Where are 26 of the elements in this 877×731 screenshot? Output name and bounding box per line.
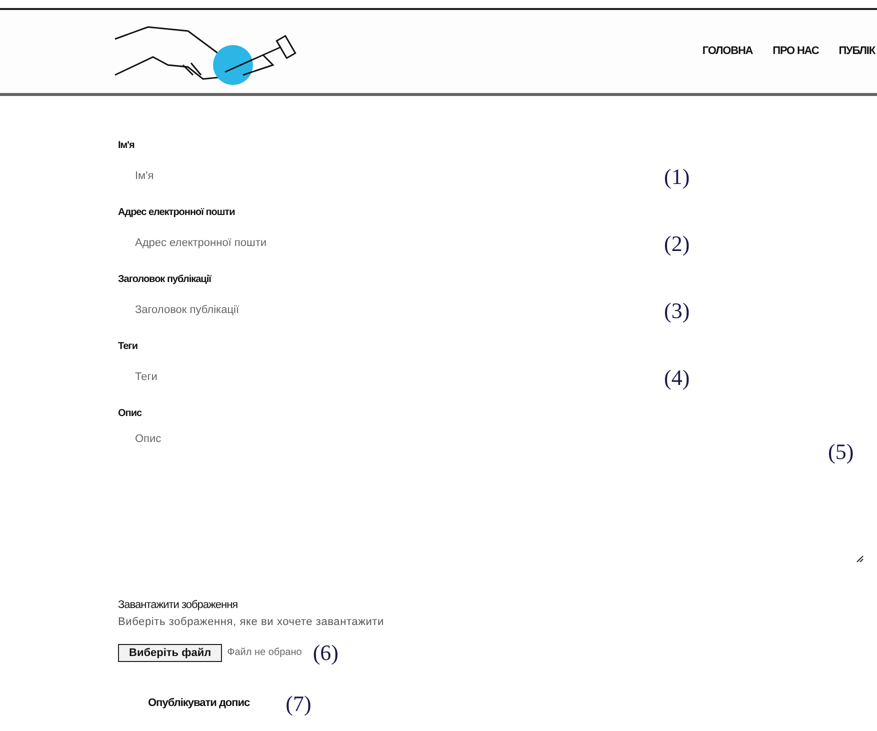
annotation-number: (7) xyxy=(286,690,312,718)
file-status: Файл не обрано xyxy=(227,646,302,660)
resize-handle-icon[interactable] xyxy=(856,555,864,563)
field-label: Заголовок публікації xyxy=(118,273,213,287)
field-label: Теги xyxy=(118,340,138,354)
nav-link[interactable]: ГОЛОВНА xyxy=(702,43,753,60)
field-label: Опис xyxy=(118,407,143,421)
field-label: Адрес електронної пошти xyxy=(118,206,236,220)
annotation-number: (5) xyxy=(828,438,854,466)
nav-link[interactable]: ПРО НАС xyxy=(772,43,819,60)
text-input[interactable]: Заголовок публікації xyxy=(118,291,658,329)
annotation-number: (4) xyxy=(664,364,690,392)
annotation-number: (6) xyxy=(312,639,338,667)
text-input[interactable]: Теги xyxy=(118,358,658,396)
description-textarea[interactable]: Опис xyxy=(118,427,808,569)
text-input[interactable]: Адрес електронної пошти xyxy=(118,224,658,262)
annotation-number: (2) xyxy=(664,230,690,258)
text-input[interactable]: Ім'я xyxy=(118,157,658,195)
choose-file-button[interactable]: Виберіть файл xyxy=(118,644,222,662)
annotation-number: (1) xyxy=(664,162,690,191)
annotation-number: (3) xyxy=(664,296,690,325)
field-label: Ім'я xyxy=(118,139,136,153)
upload-title: Завантажити зображення xyxy=(118,598,239,613)
publish-button[interactable]: Опублікувати допис xyxy=(148,695,250,712)
upload-hint: Виберіть зображення, яке ви хочете завантажити xyxy=(118,614,385,630)
nav-link[interactable]: ПУБЛІК xyxy=(838,43,875,60)
